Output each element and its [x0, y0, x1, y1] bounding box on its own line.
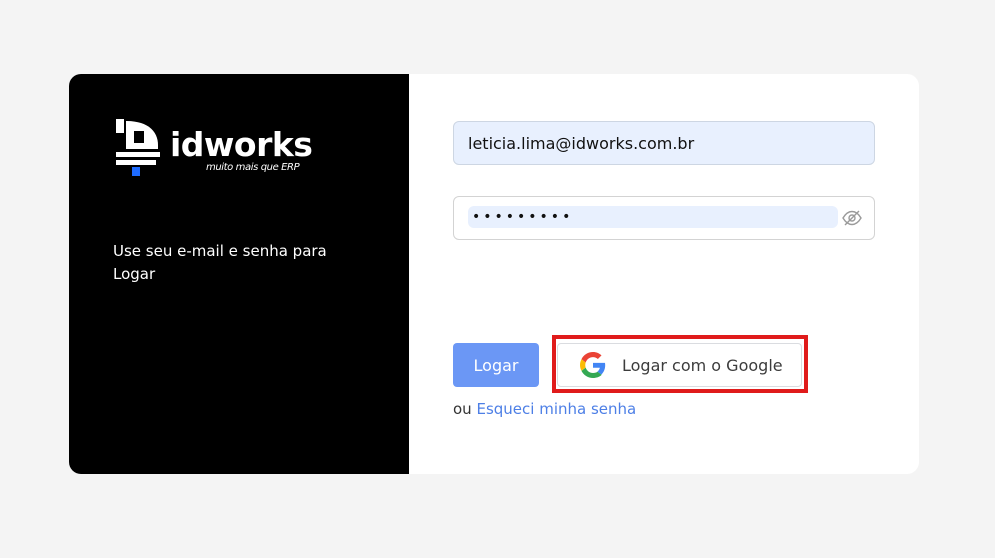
or-text: ou	[453, 400, 472, 418]
login-form: Logar Logar com o Google ou Esqueci minh…	[409, 74, 919, 474]
brand-panel: idworks muito mais que ERP Use seu e-mai…	[69, 74, 409, 474]
brand-name: idworks	[170, 125, 313, 164]
forgot-password-line: ou Esqueci minha senha	[453, 399, 636, 419]
brand-tagline: muito mais que ERP	[206, 162, 300, 173]
google-login-button[interactable]: Logar com o Google	[557, 343, 802, 387]
google-icon	[580, 352, 606, 378]
password-field-wrapper	[453, 196, 875, 240]
login-card: idworks muito mais que ERP Use seu e-mai…	[69, 74, 919, 474]
idworks-logo: idworks muito mais que ERP	[114, 119, 324, 181]
eye-off-icon[interactable]	[842, 209, 862, 227]
idworks-logo-mark-icon	[116, 119, 160, 176]
password-field[interactable]	[468, 206, 838, 228]
email-field[interactable]	[453, 121, 875, 165]
login-button[interactable]: Logar	[453, 343, 539, 387]
login-instructions: Use seu e-mail e senha para Logar	[113, 242, 327, 283]
google-login-label: Logar com o Google	[622, 355, 783, 375]
forgot-password-link[interactable]: Esqueci minha senha	[476, 400, 636, 418]
